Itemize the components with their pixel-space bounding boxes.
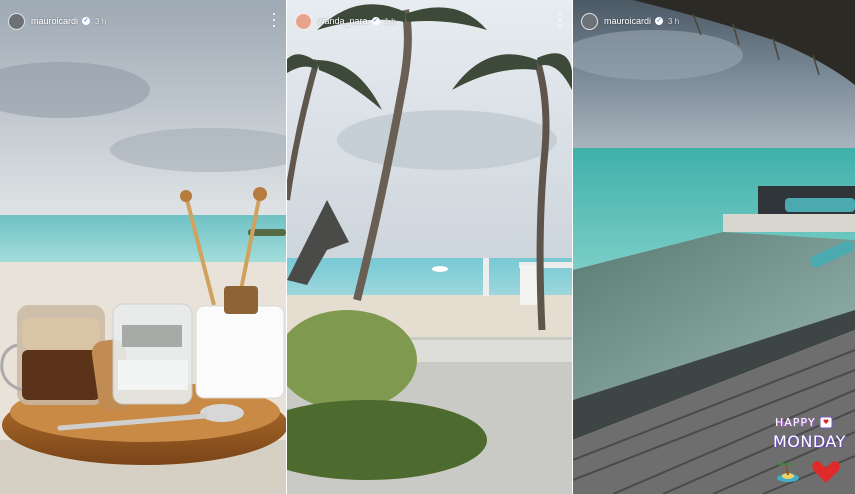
story-photo-coffee xyxy=(0,0,286,494)
coffee-cup-heart-icon xyxy=(819,416,833,429)
happy-monday-sticker[interactable]: HAPPY MONDAY xyxy=(771,414,845,484)
timestamp: 3 h xyxy=(95,16,107,26)
verified-badge-icon: ✓ xyxy=(655,17,664,25)
username[interactable]: mauroicardi xyxy=(31,16,78,26)
island-palm-icon xyxy=(777,462,799,482)
more-options-icon[interactable] xyxy=(558,13,562,27)
sticker-text-monday: MONDAY xyxy=(773,432,846,451)
story-panel-coffee[interactable]: mauroicardi ✓ 3 h xyxy=(0,0,286,494)
verified-badge-icon: ✓ xyxy=(82,17,91,25)
verified-badge-icon: ✓ xyxy=(371,17,380,25)
avatar[interactable] xyxy=(295,12,312,30)
story-header: mauroicardi ✓ 3 h xyxy=(0,8,286,34)
username[interactable]: mauroicardi xyxy=(604,16,651,26)
story-panel-pool[interactable]: mauroicardi ✓ 3 h HAPPY MONDAY xyxy=(573,0,855,494)
avatar[interactable] xyxy=(8,12,25,30)
sticker-text-happy: HAPPY xyxy=(775,416,816,429)
story-photo-palms xyxy=(287,0,572,494)
username[interactable]: wanda_nara xyxy=(318,16,368,26)
story-panel-palms[interactable]: wanda_nara ✓ 1 h xyxy=(287,0,572,494)
heart-icon xyxy=(812,461,840,483)
story-header: mauroicardi ✓ 3 h xyxy=(573,8,855,34)
timestamp: 3 h xyxy=(668,16,680,26)
avatar[interactable] xyxy=(581,12,598,30)
timestamp: 1 h xyxy=(384,16,396,26)
story-header: wanda_nara ✓ 1 h xyxy=(287,8,572,34)
more-options-icon[interactable] xyxy=(272,13,276,27)
